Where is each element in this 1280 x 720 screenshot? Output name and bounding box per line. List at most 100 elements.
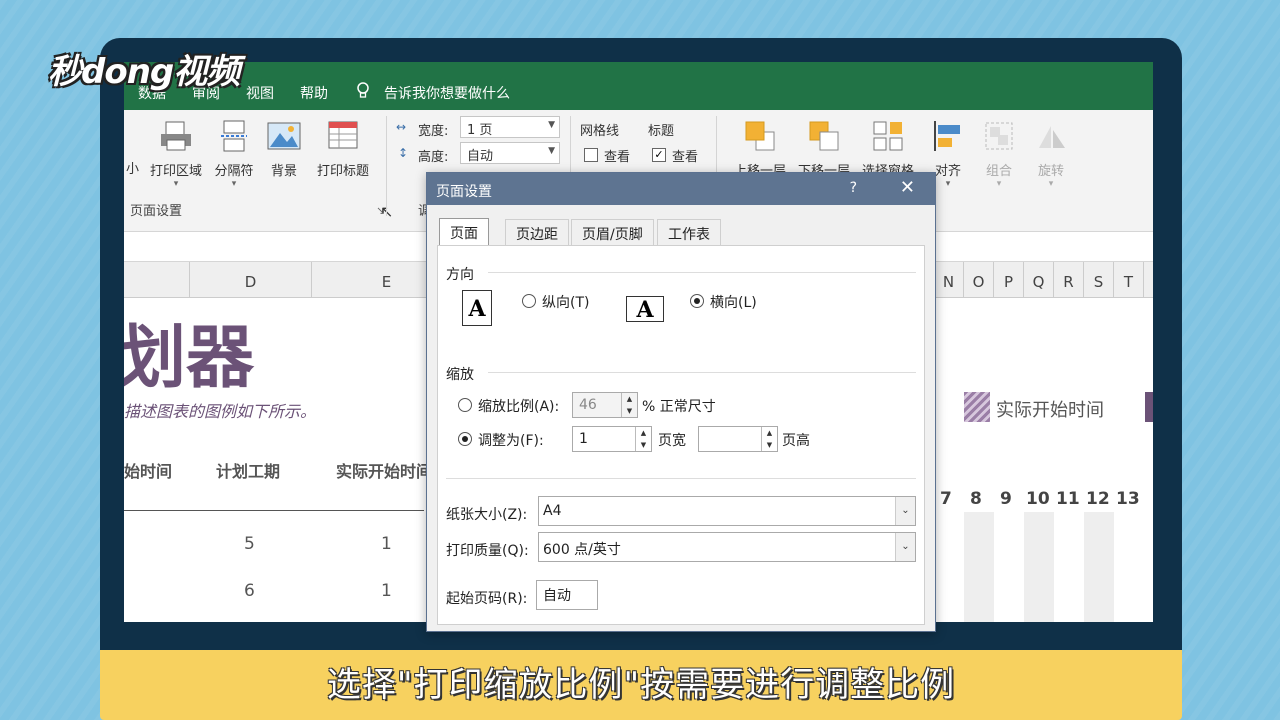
group-button[interactable]: 组合 ▾ <box>976 120 1022 189</box>
portrait-radio[interactable] <box>522 294 536 308</box>
sheet-description: 描述图表的图例如下所示。 <box>124 402 317 421</box>
orientation-section-label: 方向 <box>446 267 474 283</box>
column-header-t[interactable]: T <box>1114 262 1144 298</box>
first-page-value: 自动 <box>543 588 571 604</box>
chevron-down-icon[interactable]: ⌄ <box>895 533 915 561</box>
fit-to-label[interactable]: 调整为(F): <box>478 430 544 450</box>
gridlines-view-checkbox[interactable] <box>584 148 598 162</box>
chevron-down-icon[interactable]: ⌄ <box>895 497 915 525</box>
width-combo[interactable]: 1 页 ▼ <box>460 116 560 138</box>
first-page-input[interactable]: 自动 <box>536 580 598 610</box>
height-value: 自动 <box>467 149 494 164</box>
print-area-icon <box>146 120 206 156</box>
fit-to-radio[interactable] <box>458 432 472 446</box>
adjust-to-spinner[interactable]: 46 ▲ ▼ <box>572 392 638 418</box>
pages-tall-spinner[interactable]: ▲ ▼ <box>698 426 778 452</box>
tab-help[interactable]: 帮助 <box>300 83 328 103</box>
table-cell[interactable]: 6 <box>244 581 255 601</box>
rotate-label: 旋转 <box>1037 164 1064 179</box>
adjust-to-radio[interactable] <box>458 398 472 412</box>
tab-header-footer[interactable]: 页眉/页脚 <box>571 219 654 245</box>
day-number: 7 <box>940 489 952 509</box>
close-icon[interactable]: ✕ <box>900 177 915 198</box>
bring-forward-icon <box>730 120 790 156</box>
send-backward-button[interactable]: 下移一层 <box>794 120 854 179</box>
tab-view[interactable]: 视图 <box>246 83 274 103</box>
divider <box>446 478 916 479</box>
portrait-label[interactable]: 纵向(T) <box>542 292 589 312</box>
page-tab-panel: 方向 A 纵向(T) A 横向(L) 缩放 缩放比例(A): 46 ▲ ▼ % … <box>437 245 925 625</box>
help-button[interactable]: ? <box>850 180 857 196</box>
dialog-title: 页面设置 <box>436 184 492 200</box>
legend-swatch-actual-start <box>964 392 990 422</box>
gridlines-view-label: 查看 <box>604 150 631 165</box>
paper-size-select[interactable]: A4 ⌄ <box>538 496 916 526</box>
selection-pane-button[interactable]: 选择窗格 <box>858 120 918 179</box>
size-button-cut[interactable]: 小 <box>126 158 139 177</box>
landscape-label[interactable]: 横向(L) <box>710 292 757 312</box>
column-header-p[interactable]: P <box>994 262 1024 298</box>
column-header-s[interactable]: S <box>1084 262 1114 298</box>
day-number: 11 <box>1056 489 1080 509</box>
spin-up-icon[interactable]: ▲ <box>761 427 777 439</box>
headings-view-label: 查看 <box>672 150 699 165</box>
legend-swatch <box>1145 392 1153 422</box>
headings-view-checkbox[interactable]: ✓ <box>652 148 666 162</box>
print-titles-button[interactable]: 打印标题 <box>310 120 376 179</box>
headings-label: 标题 <box>648 124 675 139</box>
lightbulb-icon <box>356 82 370 104</box>
align-label: 对齐 <box>934 164 961 179</box>
page-setup-dialog: 页面设置 ? ✕ 页面 页边距 页眉/页脚 工作表 方向 A 纵向(T) A 横… <box>426 172 936 632</box>
column-header[interactable] <box>124 262 190 298</box>
tell-me-search[interactable]: 告诉我你想要做什么 <box>384 83 510 103</box>
breaks-button[interactable]: 分隔符 ▾ <box>210 120 258 189</box>
first-page-label: 起始页码(R): <box>446 591 528 607</box>
landscape-page-icon: A <box>626 296 664 323</box>
portrait-page-icon: A <box>462 290 492 326</box>
tab-margins[interactable]: 页边距 <box>505 219 569 245</box>
column-header-o[interactable]: O <box>964 262 994 298</box>
print-quality-label: 打印质量(Q): <box>446 543 529 559</box>
column-header-q[interactable]: Q <box>1024 262 1054 298</box>
rotate-icon <box>1028 120 1074 156</box>
day-number: 10 <box>1026 489 1050 509</box>
gantt-column <box>1024 512 1054 622</box>
print-titles-label: 打印标题 <box>316 164 369 179</box>
spin-up-icon[interactable]: ▲ <box>621 393 637 405</box>
group-label: 组合 <box>985 164 1012 179</box>
rotate-button[interactable]: 旋转 ▾ <box>1028 120 1074 189</box>
day-number: 9 <box>1000 489 1012 509</box>
spin-down-icon[interactable]: ▼ <box>635 439 651 451</box>
pages-tall-label: 页高 <box>782 433 810 449</box>
column-header-n[interactable]: N <box>934 262 964 298</box>
tab-sheet[interactable]: 工作表 <box>657 219 721 245</box>
legend-label: 实际开始时间 <box>996 400 1104 421</box>
adjust-to-label[interactable]: 缩放比例(A): <box>478 396 559 416</box>
spin-down-icon[interactable]: ▼ <box>621 405 637 417</box>
subtitle-caption: 选择"打印缩放比例"按需要进行调整比例 <box>326 665 956 705</box>
height-combo[interactable]: 自动 ▼ <box>460 142 560 164</box>
column-header-r[interactable]: R <box>1054 262 1084 298</box>
size-label: 小 <box>126 162 140 177</box>
background-label: 背景 <box>270 164 297 179</box>
print-area-label: 打印区域 <box>149 164 202 179</box>
selection-pane-icon <box>858 120 918 156</box>
tab-page[interactable]: 页面 <box>439 218 489 246</box>
table-cell[interactable]: 1 <box>381 581 392 601</box>
day-number: 13 <box>1116 489 1140 509</box>
print-quality-select[interactable]: 600 点/英寸 ⌄ <box>538 532 916 562</box>
spin-up-icon[interactable]: ▲ <box>635 427 651 439</box>
header-actual-start: 实际开始时间 <box>336 462 433 481</box>
spin-down-icon[interactable]: ▼ <box>761 439 777 451</box>
background-button[interactable]: 背景 <box>264 120 304 179</box>
landscape-radio[interactable] <box>690 294 704 308</box>
print-area-button[interactable]: 打印区域 ▾ <box>146 120 206 189</box>
table-cell[interactable]: 5 <box>244 534 255 554</box>
bring-forward-button[interactable]: 上移一层 <box>730 120 790 179</box>
pages-wide-value: 1 <box>579 431 588 447</box>
pages-wide-spinner[interactable]: 1 ▲ ▼ <box>572 426 652 452</box>
table-cell[interactable]: 1 <box>381 534 392 554</box>
column-header-d[interactable]: D <box>190 262 312 298</box>
width-label: 宽度: <box>418 124 449 139</box>
print-quality-value: 600 点/英寸 <box>543 542 621 558</box>
